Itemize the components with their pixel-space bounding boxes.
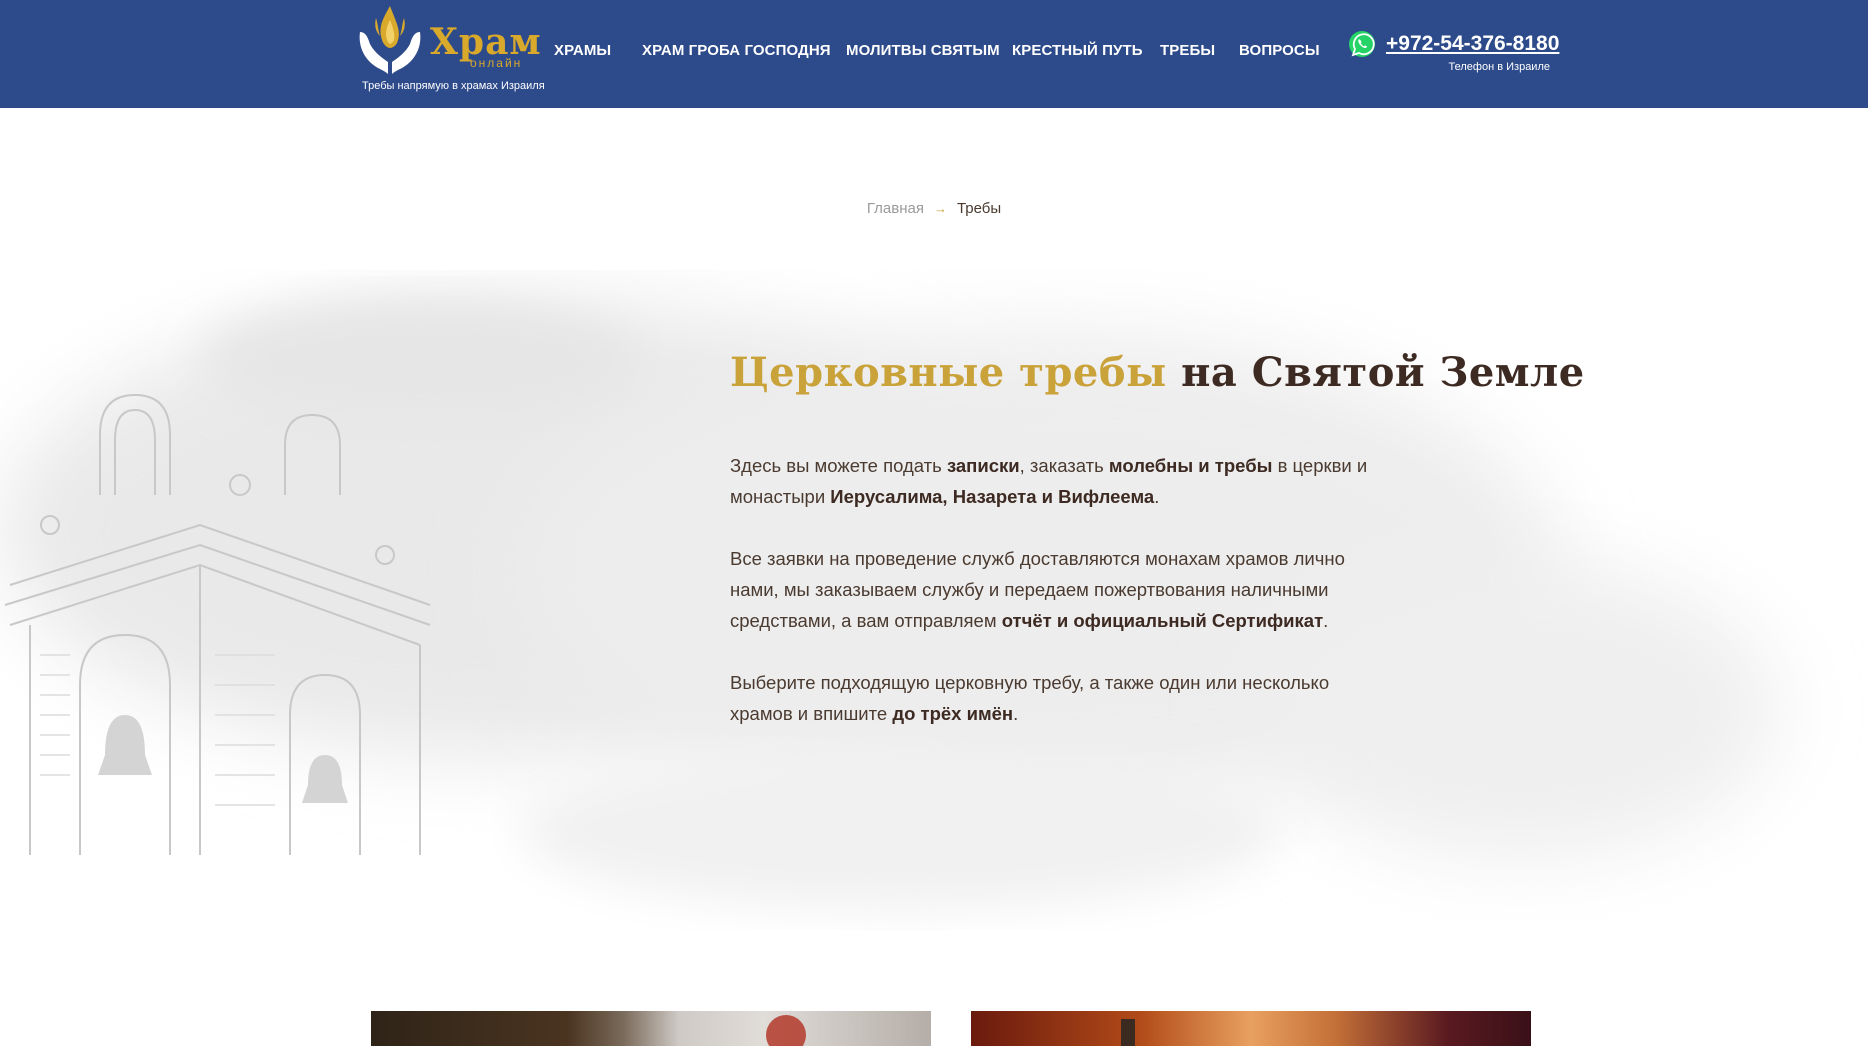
whatsapp-icon[interactable] (1348, 30, 1376, 58)
logo-tagline: Требы напрямую в храмах Израиля (362, 80, 545, 92)
page-title-highlight: Церковные требы (730, 349, 1167, 396)
card-1-photo-detail (766, 1015, 806, 1046)
nav-item-hramy[interactable]: ХРАМЫ (554, 42, 611, 59)
site-header: Храм онлайн Требы напрямую в храмах Изра… (0, 0, 1868, 108)
hands-flame-logo-icon (359, 6, 421, 74)
header-contact: +972-54-376-8180 Телефон в Израиле (1348, 30, 1559, 78)
bold-certificate: отчёт и официальный Сертификат (1001, 610, 1324, 631)
logo-subword: онлайн (470, 56, 523, 70)
page-title-rest: на Святой Земле (1181, 349, 1585, 396)
phone-caption: Телефон в Израиле (1448, 61, 1550, 73)
intro-paragraph-3: Выберите подходящую церковную требу, а т… (730, 672, 1330, 724)
card-2-photo-detail (1121, 1019, 1135, 1046)
bold-zapiski: записки (946, 455, 1020, 476)
nav-item-hram-groba-gospodnya[interactable]: ХРАМ ГРОБА ГОСПОДНЯ (642, 42, 831, 59)
bold-three-names: до трёх имён (892, 703, 1014, 724)
treba-card-image-2[interactable] (971, 1011, 1531, 1046)
site-logo[interactable]: Храм онлайн Требы напрямую в храмах Изра… (352, 0, 545, 100)
nav-item-treby[interactable]: ТРЕБЫ (1160, 42, 1215, 59)
intro-paragraph-1: Здесь вы можете подать записки, заказать… (730, 455, 1368, 507)
breadcrumb: Главная → Требы (0, 200, 1868, 217)
bold-molebny: молебны и требы (1108, 455, 1273, 476)
bold-cities: Иерусалима, Назарета и Вифлеема (830, 486, 1155, 507)
nav-item-voprosy[interactable]: ВОПРОСЫ (1239, 42, 1320, 59)
breadcrumb-current: Требы (956, 200, 1002, 217)
breadcrumb-home-link[interactable]: Главная (867, 200, 924, 217)
nav-item-molitvy-svyatym[interactable]: МОЛИТВЫ СВЯТЫМ (846, 42, 1000, 59)
treba-card-image-1[interactable] (371, 1011, 931, 1046)
intro-paragraph-2: Все заявки на проведение служб доставляю… (730, 548, 1345, 631)
bell-tower-illustration (4, 393, 431, 855)
page-title: Церковные требы на Святой Земле (730, 348, 1584, 398)
logo-word: Храм (430, 21, 542, 63)
breadcrumb-arrow-icon: → (933, 201, 947, 216)
hero-content: Церковные требы на Святой Земле Здесь вы… (730, 348, 1584, 724)
phone-link[interactable]: +972-54-376-8180 (1386, 32, 1559, 56)
nav-item-krestnyi-put[interactable]: КРЕСТНЫЙ ПУТЬ (1012, 42, 1143, 59)
